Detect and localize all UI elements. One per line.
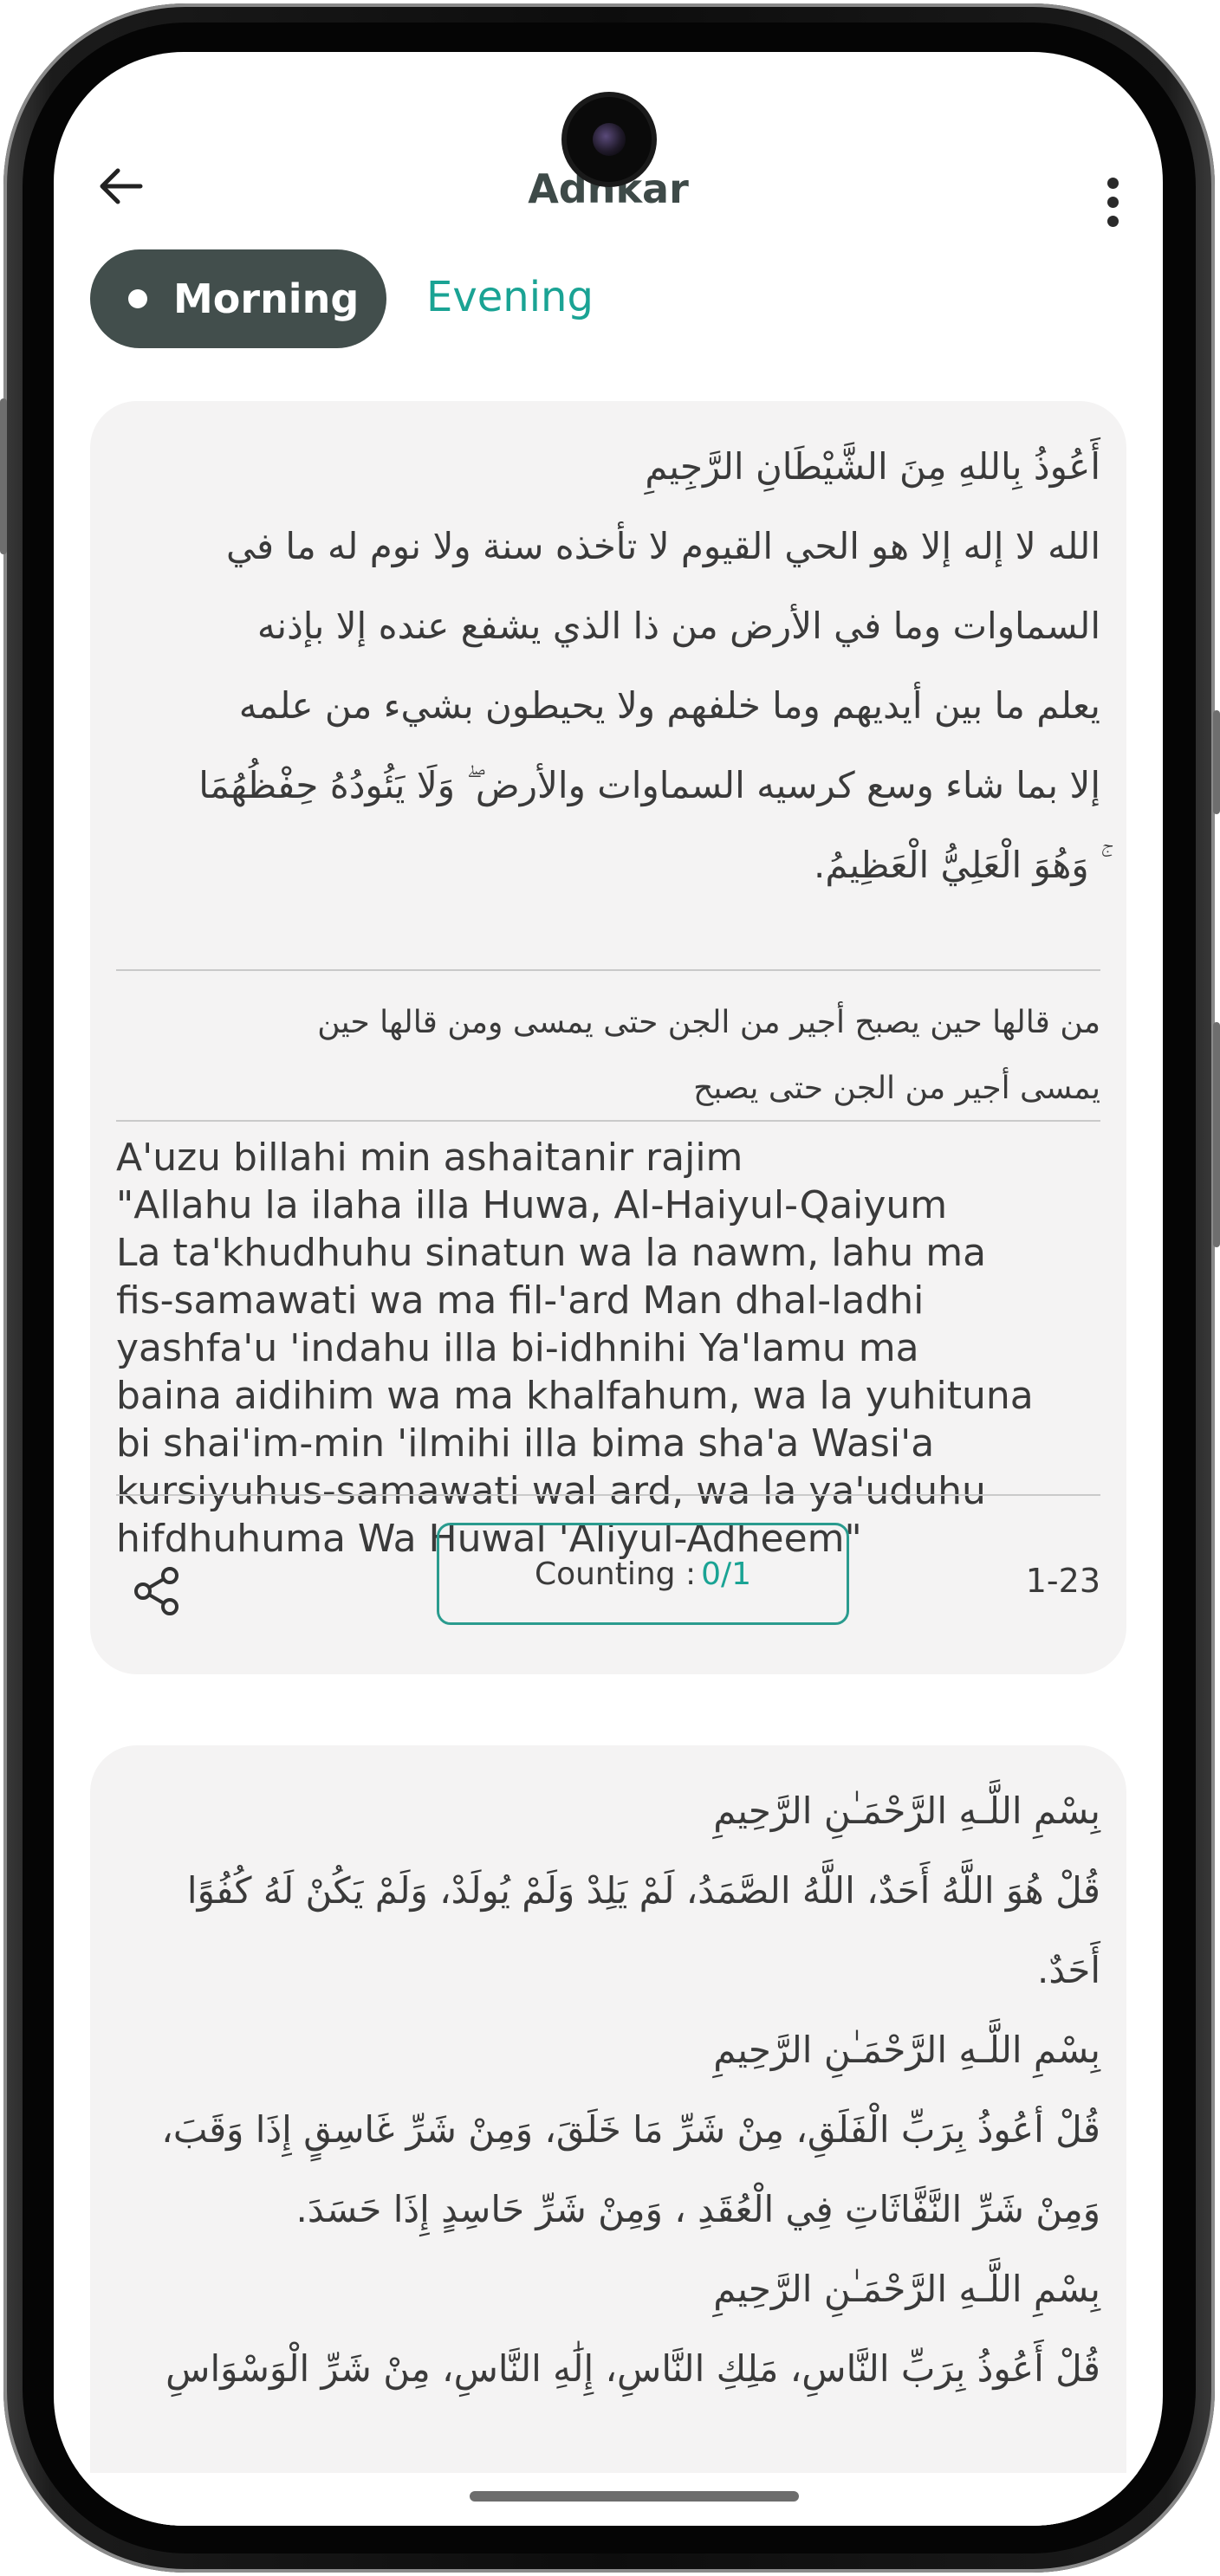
arabic-line: بِسْمِ اللَّـهِ الرَّحْمَـٰنِ الرَّحِيمِ bbox=[713, 2029, 1100, 2071]
dhikr-virtue-text: من قالها حين يصبح أجير من الجن حتى يمسى … bbox=[116, 990, 1100, 1122]
dhikr-arabic-text: أَعُوذُ بِاللهِ مِنَ الشَّيْطَانِ الرَّج… bbox=[116, 427, 1100, 905]
share-icon bbox=[134, 1567, 178, 1615]
counting-label: Counting : bbox=[534, 1556, 697, 1592]
arabic-line: قُلْ أَعُوذُ بِرَبِّ النَّاسِ، مَلِكِ ال… bbox=[165, 2347, 1100, 2390]
arabic-line: أَحَدٌ. bbox=[1036, 1949, 1100, 1991]
arabic-line: قُلْ هُوَ اللَّهُ أَحَدٌ، اللَّهُ الصَّم… bbox=[186, 1869, 1100, 1912]
dhikr-card: بِسْمِ اللَّـهِ الرَّحْمَـٰنِ الرَّحِيمِ… bbox=[90, 1745, 1126, 2526]
dhikr-range: 1-23 bbox=[1025, 1562, 1100, 1600]
arabic-line: بِسْمِ اللَّـهِ الرَّحْمَـٰنِ الرَّحِيمِ bbox=[713, 1790, 1100, 1832]
arabic-line: إلا بما شاء وسع كرسيه السماوات والأرض ۖ … bbox=[198, 764, 1100, 806]
counting-value: 0/1 bbox=[701, 1556, 752, 1592]
virtue-line: من قالها حين يصبح أجير من الجن حتى يمسى … bbox=[317, 1005, 1100, 1040]
divider bbox=[116, 1494, 1100, 1496]
side-button-left bbox=[0, 398, 7, 554]
share-button[interactable] bbox=[130, 1564, 184, 1618]
arabic-line: الله لا إله إلا هو الحي القيوم لا تأخذه … bbox=[225, 525, 1100, 567]
arabic-line: أَعُوذُ بِاللهِ مِنَ الشَّيْطَانِ الرَّج… bbox=[645, 445, 1100, 488]
arabic-line: وَمِنْ شَرِّ النَّفَّاثَاتِ فِي الْعُقَد… bbox=[295, 2188, 1100, 2230]
more-options-button[interactable] bbox=[1104, 178, 1121, 227]
arabic-line: يعلم ما بين أيديهم وما خلفهم ولا يحيطون … bbox=[238, 684, 1100, 727]
more-vertical-icon bbox=[1106, 178, 1119, 189]
tab-morning[interactable]: Morning bbox=[90, 249, 386, 348]
power-button bbox=[1213, 1022, 1220, 1247]
dhikr-card: أَعُوذُ بِاللهِ مِنَ الشَّيْطَانِ الرَّج… bbox=[90, 401, 1126, 1674]
counting-button[interactable]: Counting : 0/1 bbox=[437, 1523, 849, 1625]
arabic-line: قُلْ أعُوذُ بِرَبِّ الْفَلَقِ، مِنْ شَرِ… bbox=[161, 2108, 1100, 2151]
arabic-line: ۚ وَهُوَ الْعَلِيُّ الْعَظِيمُ. bbox=[814, 844, 1100, 886]
tab-morning-label: Morning bbox=[173, 275, 360, 322]
virtue-line: يمسى أجير من الجن حتى يصبح bbox=[693, 1071, 1100, 1106]
divider bbox=[116, 1120, 1100, 1122]
home-indicator[interactable] bbox=[470, 2491, 799, 2502]
front-camera bbox=[567, 97, 652, 182]
dhikr-arabic-text: بِسْمِ اللَّـهِ الرَّحْمَـٰنِ الرَّحِيمِ… bbox=[116, 1771, 1100, 2409]
app-screen: Adhkar Morning Evening أَعُوذُ بِاللهِ م… bbox=[54, 52, 1163, 2526]
tab-evening[interactable]: Evening bbox=[426, 273, 594, 321]
arabic-line: السماوات وما في الأرض من ذا الذي يشفع عن… bbox=[256, 605, 1100, 647]
volume-button bbox=[1213, 710, 1220, 814]
divider bbox=[116, 969, 1100, 971]
arabic-line: بِسْمِ اللَّـهِ الرَّحْمَـٰنِ الرَّحِيمِ bbox=[713, 2268, 1100, 2310]
selected-dot-icon bbox=[128, 289, 147, 308]
dhikr-transliteration: A'uzu billahi min ashaitanir rajim "Alla… bbox=[116, 1136, 1034, 1561]
